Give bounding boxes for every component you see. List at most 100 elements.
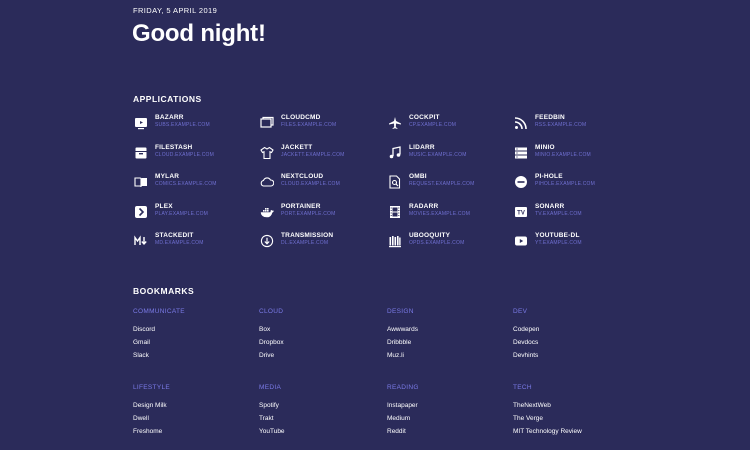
app-name: COCKPIT [409,114,440,121]
bookmark-link[interactable]: Dribbble [387,336,507,349]
folders-icon [259,115,275,131]
bookmark-link[interactable]: Drive [259,349,379,362]
bookmark-link[interactable]: Freshome [133,425,253,438]
app-minio[interactable]: MINIO MINIO.EXAMPLE.COM [513,144,633,166]
app-sonarr[interactable]: TV SONARR TV.EXAMPLE.COM [513,203,633,225]
bookmark-link[interactable]: Codepen [513,323,633,336]
app-url: YT.EXAMPLE.COM [535,240,582,246]
app-url: COMICS.EXAMPLE.COM [155,181,217,187]
bookmark-group-design: DESIGN Awwwards Dribbble Muz.li [387,308,507,362]
app-text: NEXTCLOUD CLOUD.EXAMPLE.COM [281,173,340,188]
app-ombi[interactable]: OMBI REQUEST.EXAMPLE.COM [387,173,507,195]
bookmark-link[interactable]: Trakt [259,412,379,425]
app-text: TRANSMISSION DL.EXAMPLE.COM [281,232,333,247]
app-text: FILESTASH CLOUD.EXAMPLE.COM [155,144,214,159]
app-filestash[interactable]: FILESTASH CLOUD.EXAMPLE.COM [133,144,253,166]
rss-icon [513,115,529,131]
app-text: FEEDBIN RSS.EXAMPLE.COM [535,114,586,129]
app-stackedit[interactable]: STACKEDIT MD.EXAMPLE.COM [133,232,253,254]
app-url: OPDS.EXAMPLE.COM [409,240,465,246]
bookmark-link[interactable]: TheNextWeb [513,399,633,412]
app-text: UBOOQUITY OPDS.EXAMPLE.COM [409,232,464,247]
app-text: MYLAR COMICS.EXAMPLE.COM [155,173,217,188]
app-url: TV.EXAMPLE.COM [535,211,582,217]
bookmark-category: CLOUD [259,308,284,315]
bookmark-link[interactable]: Gmail [133,336,253,349]
cloud-icon [259,174,275,190]
bookmark-category: DEV [513,308,528,315]
app-ubooquity[interactable]: UBOOQUITY OPDS.EXAMPLE.COM [387,232,507,254]
app-url: CP.EXAMPLE.COM [409,122,457,128]
bookmark-group-cloud: CLOUD Box Dropbox Drive [259,308,379,362]
app-url: CLOUD.EXAMPLE.COM [155,152,214,158]
bookmark-link[interactable]: Box [259,323,379,336]
bookmark-link[interactable]: The Verge [513,412,633,425]
bookmark-link[interactable]: Devdocs [513,336,633,349]
app-url: MINIO.EXAMPLE.COM [535,152,591,158]
app-cockpit[interactable]: COCKPIT CP.EXAMPLE.COM [387,114,507,136]
bookmark-link[interactable]: Instapaper [387,399,507,412]
app-name: STACKEDIT [155,232,194,239]
music-note-icon [387,145,403,161]
bookmark-link[interactable]: Muz.li [387,349,507,362]
app-name: PLEX [155,203,173,210]
app-name: YOUTUBE-DL [535,232,580,239]
bookmark-category: DESIGN [387,308,414,315]
file-search-icon [387,174,403,190]
app-feedbin[interactable]: FEEDBIN RSS.EXAMPLE.COM [513,114,633,136]
app-url: CLOUD.EXAMPLE.COM [281,181,340,187]
greeting-title: Good night! [132,20,266,47]
app-pi-hole[interactable]: PI-HOLE PIHOLE.EXAMPLE.COM [513,173,633,195]
bookmark-link[interactable]: Devhints [513,349,633,362]
app-nextcloud[interactable]: NEXTCLOUD CLOUD.EXAMPLE.COM [259,173,379,195]
app-cloudcmd[interactable]: CLOUDCMD FILES.EXAMPLE.COM [259,114,379,136]
bookmark-link[interactable]: Medium [387,412,507,425]
airplane-icon [387,115,403,131]
bookmark-link[interactable]: Design Milk [133,399,253,412]
bookmark-link[interactable]: Dwell [133,412,253,425]
app-name: SONARR [535,203,565,210]
app-url: REQUEST.EXAMPLE.COM [409,181,475,187]
bookmark-group-lifestyle: LIFESTYLE Design Milk Dwell Freshome [133,384,253,438]
bookmark-category: COMMUNICATE [133,308,185,315]
book-icon [133,174,149,190]
app-name: UBOOQUITY [409,232,451,239]
bookmark-category: MEDIA [259,384,282,391]
app-mylar[interactable]: MYLAR COMICS.EXAMPLE.COM [133,173,253,195]
app-plex[interactable]: PLEX PLAY.EXAMPLE.COM [133,203,253,225]
svg-text:TV: TV [517,211,525,217]
app-name: RADARR [409,203,439,210]
app-text: STACKEDIT MD.EXAMPLE.COM [155,232,204,247]
tv-icon [133,115,149,131]
app-youtube-dl[interactable]: YOUTUBE-DL YT.EXAMPLE.COM [513,232,633,254]
app-radarr[interactable]: RADARR MOVIES.EXAMPLE.COM [387,203,507,225]
app-text: JACKETT JACKETT.EXAMPLE.COM [281,144,345,159]
bookmark-link[interactable]: Slack [133,349,253,362]
bookmark-link[interactable]: Discord [133,323,253,336]
bookmark-link[interactable]: Awwwards [387,323,507,336]
bookmark-link[interactable]: Spotify [259,399,379,412]
block-icon [513,174,529,190]
app-jackett[interactable]: JACKETT JACKETT.EXAMPLE.COM [259,144,379,166]
app-bazarr[interactable]: BAZARR SUBS.EXAMPLE.COM [133,114,253,136]
app-name: CLOUDCMD [281,114,321,121]
film-icon [387,204,403,220]
bookmark-link[interactable]: MIT Technology Review [513,425,633,438]
app-url: MUSIC.EXAMPLE.COM [409,152,467,158]
app-url: PIHOLE.EXAMPLE.COM [535,181,596,187]
app-portainer[interactable]: PORTAINER PORT.EXAMPLE.COM [259,203,379,225]
app-transmission[interactable]: TRANSMISSION DL.EXAMPLE.COM [259,232,379,254]
archive-icon [133,145,149,161]
bookmark-link[interactable]: Reddit [387,425,507,438]
bookmark-category: READING [387,384,419,391]
app-text: PI-HOLE PIHOLE.EXAMPLE.COM [535,173,595,188]
bookmark-link[interactable]: Dropbox [259,336,379,349]
app-lidarr[interactable]: LIDARR MUSIC.EXAMPLE.COM [387,144,507,166]
bookmark-group-communicate: COMMUNICATE Discord Gmail Slack [133,308,253,362]
app-url: PLAY.EXAMPLE.COM [155,211,209,217]
app-url: RSS.EXAMPLE.COM [535,122,587,128]
app-text: MINIO MINIO.EXAMPLE.COM [535,144,591,159]
bookmark-link[interactable]: YouTube [259,425,379,438]
app-name: FILESTASH [155,144,193,151]
bookshelf-icon [387,233,403,249]
